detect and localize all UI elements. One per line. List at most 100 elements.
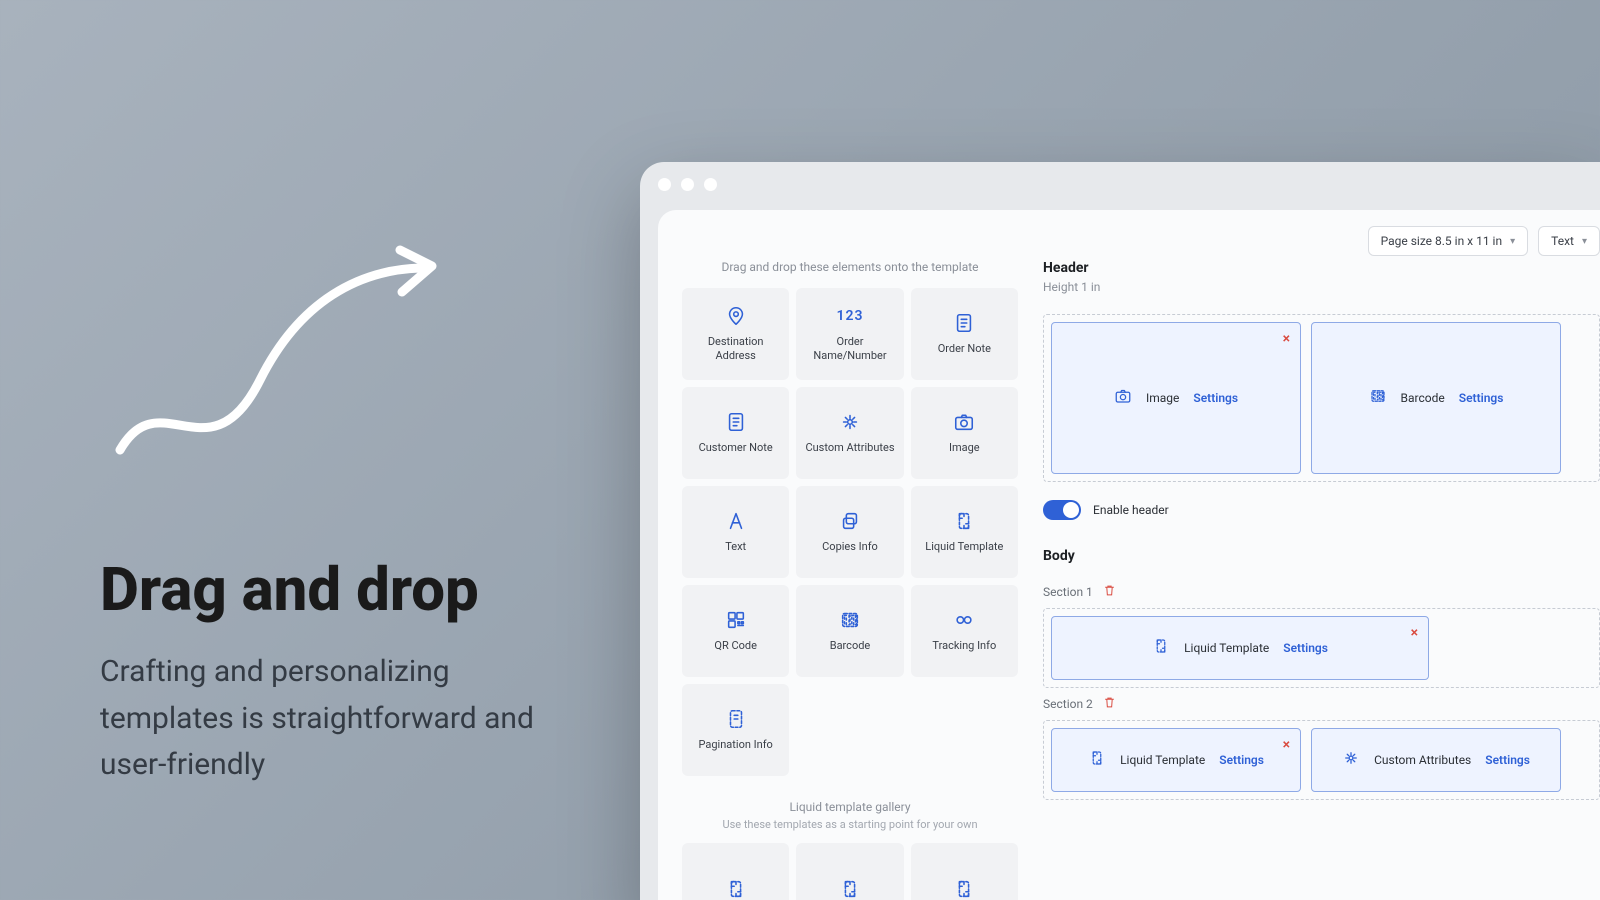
- gallery-tile[interactable]: [911, 843, 1018, 900]
- text-icon: [725, 510, 747, 532]
- element-palette: Drag and drop these elements onto the te…: [682, 260, 1018, 900]
- pin-icon: [725, 305, 747, 327]
- header-slot[interactable]: Barcode Settings: [1311, 322, 1561, 474]
- palette-tile-label: Order Name/Number: [796, 335, 903, 364]
- palette-tile-label: Copies Info: [816, 540, 884, 554]
- app-window: Page size 8.5 in x 11 in ▾ Text ▾ Drag a…: [640, 162, 1600, 900]
- palette-tile-pin[interactable]: Destination Address: [682, 288, 789, 380]
- section-label: Section 1: [1043, 584, 1600, 600]
- camera-icon: [953, 411, 975, 433]
- palette-tile-label: Order Note: [932, 342, 997, 356]
- body-title: Body: [1043, 548, 1600, 564]
- remove-slot-icon[interactable]: ×: [1283, 331, 1290, 347]
- liquid-icon: [953, 510, 975, 532]
- header-dropzone[interactable]: × Image Settings Barcode Settings: [1043, 314, 1600, 482]
- header-section-head: Header Height 1 in: [1043, 260, 1600, 294]
- remove-slot-icon[interactable]: ×: [1411, 625, 1418, 641]
- slot-settings-link[interactable]: Settings: [1283, 641, 1328, 655]
- palette-tile-liquid[interactable]: Liquid Template: [911, 486, 1018, 578]
- slot-label: Custom Attributes: [1374, 753, 1471, 767]
- mode-select[interactable]: Text ▾: [1538, 226, 1600, 256]
- palette-tile-label: Image: [943, 441, 986, 455]
- titlebar: [640, 162, 1600, 206]
- section-label-text: Section 1: [1043, 585, 1093, 599]
- body-slot[interactable]: Custom Attributes Settings: [1311, 728, 1561, 792]
- liquid-icon: [1152, 637, 1170, 659]
- page-size-label: Page size 8.5 in x 11 in: [1381, 234, 1503, 248]
- slot-settings-link[interactable]: Settings: [1219, 753, 1264, 767]
- gallery-subtitle: Use these templates as a starting point …: [682, 818, 1018, 831]
- slot-settings-link[interactable]: Settings: [1459, 391, 1504, 405]
- palette-tile-camera[interactable]: Image: [911, 387, 1018, 479]
- slot-label: Image: [1146, 391, 1179, 405]
- slot-settings-link[interactable]: Settings: [1193, 391, 1238, 405]
- hero-title: Drag and drop: [100, 554, 580, 625]
- hero-copy: Drag and drop Crafting and personalizing…: [100, 240, 580, 789]
- page-size-select[interactable]: Page size 8.5 in x 11 in ▾: [1368, 226, 1529, 256]
- mode-label: Text: [1551, 234, 1574, 248]
- delete-section-icon[interactable]: [1103, 584, 1116, 600]
- palette-hint: Drag and drop these elements onto the te…: [682, 260, 1018, 274]
- enable-header-toggle[interactable]: [1043, 500, 1081, 520]
- liquid-icon: [953, 878, 975, 900]
- body-slot[interactable]: × Liquid Template Settings: [1051, 728, 1301, 792]
- liquid-icon: [1088, 749, 1106, 771]
- remove-slot-icon[interactable]: ×: [1283, 737, 1290, 753]
- slot-label: Barcode: [1401, 391, 1445, 405]
- slot-label: Liquid Template: [1184, 641, 1269, 655]
- toolbar: Page size 8.5 in x 11 in ▾ Text ▾: [1368, 226, 1600, 256]
- section-label: Section 2: [1043, 696, 1600, 712]
- header-slot[interactable]: × Image Settings: [1051, 322, 1301, 474]
- barcode-icon: [1369, 387, 1387, 409]
- delete-section-icon[interactable]: [1103, 696, 1116, 712]
- palette-tile-label: Liquid Template: [919, 540, 1009, 554]
- enable-header-label: Enable header: [1093, 503, 1169, 517]
- app-chrome: Page size 8.5 in x 11 in ▾ Text ▾ Drag a…: [658, 210, 1600, 900]
- palette-tile-label: Custom Attributes: [799, 441, 900, 455]
- gallery-tile[interactable]: [682, 843, 789, 900]
- palette-tile-barcode[interactable]: Barcode: [796, 585, 903, 677]
- slot-label: Liquid Template: [1120, 753, 1205, 767]
- section-dropzone[interactable]: × Liquid Template Settings: [1043, 608, 1600, 688]
- traffic-light-min-icon[interactable]: [681, 178, 694, 191]
- palette-tile-copies[interactable]: Copies Info: [796, 486, 903, 578]
- palette-tile-note[interactable]: Order Note: [911, 288, 1018, 380]
- palette-tile-page[interactable]: Pagination Info: [682, 684, 789, 776]
- header-title: Header: [1043, 260, 1600, 276]
- body-section-head: Body: [1043, 548, 1600, 564]
- slot-settings-link[interactable]: Settings: [1485, 753, 1530, 767]
- note-icon: [725, 411, 747, 433]
- chevron-down-icon: ▾: [1582, 236, 1587, 247]
- section-label-text: Section 2: [1043, 697, 1093, 711]
- arrow-illustration: [100, 240, 460, 480]
- palette-tile-label: Customer Note: [693, 441, 779, 455]
- palette-tile-label: Text: [719, 540, 752, 554]
- section-dropzone[interactable]: ×Liquid TemplateSettingsCustom Attribute…: [1043, 720, 1600, 800]
- hero-subtitle: Crafting and personalizing templates is …: [100, 649, 580, 789]
- palette-tile-text[interactable]: Text: [682, 486, 789, 578]
- palette-tile-label: Tracking Info: [926, 639, 1002, 653]
- traffic-light-max-icon[interactable]: [704, 178, 717, 191]
- palette-tile-link[interactable]: Tracking Info: [911, 585, 1018, 677]
- liquid-icon: [725, 878, 747, 900]
- page-icon: [725, 708, 747, 730]
- palette-tile-num[interactable]: 123 Order Name/Number: [796, 288, 903, 380]
- num-icon: 123: [839, 305, 861, 327]
- note-icon: [953, 312, 975, 334]
- palette-tile-note[interactable]: Customer Note: [682, 387, 789, 479]
- palette-tile-attrs[interactable]: Custom Attributes: [796, 387, 903, 479]
- palette-tile-qrcode[interactable]: QR Code: [682, 585, 789, 677]
- template-canvas: Header Height 1 in ×ImageSettingsBarcode…: [1043, 260, 1600, 900]
- template-gallery: Liquid template gallery Use these templa…: [682, 800, 1018, 900]
- liquid-icon: [839, 878, 861, 900]
- attrs-icon: [1342, 749, 1360, 771]
- header-meta: Height 1 in: [1043, 280, 1600, 294]
- link-icon: [953, 609, 975, 631]
- traffic-light-close-icon[interactable]: [658, 178, 671, 191]
- palette-tile-label: Pagination Info: [693, 738, 779, 752]
- gallery-tile[interactable]: [796, 843, 903, 900]
- palette-tile-label: QR Code: [708, 639, 763, 653]
- body-slot[interactable]: × Liquid Template Settings: [1051, 616, 1429, 680]
- palette-tile-label: Destination Address: [682, 335, 789, 364]
- barcode-icon: [839, 609, 861, 631]
